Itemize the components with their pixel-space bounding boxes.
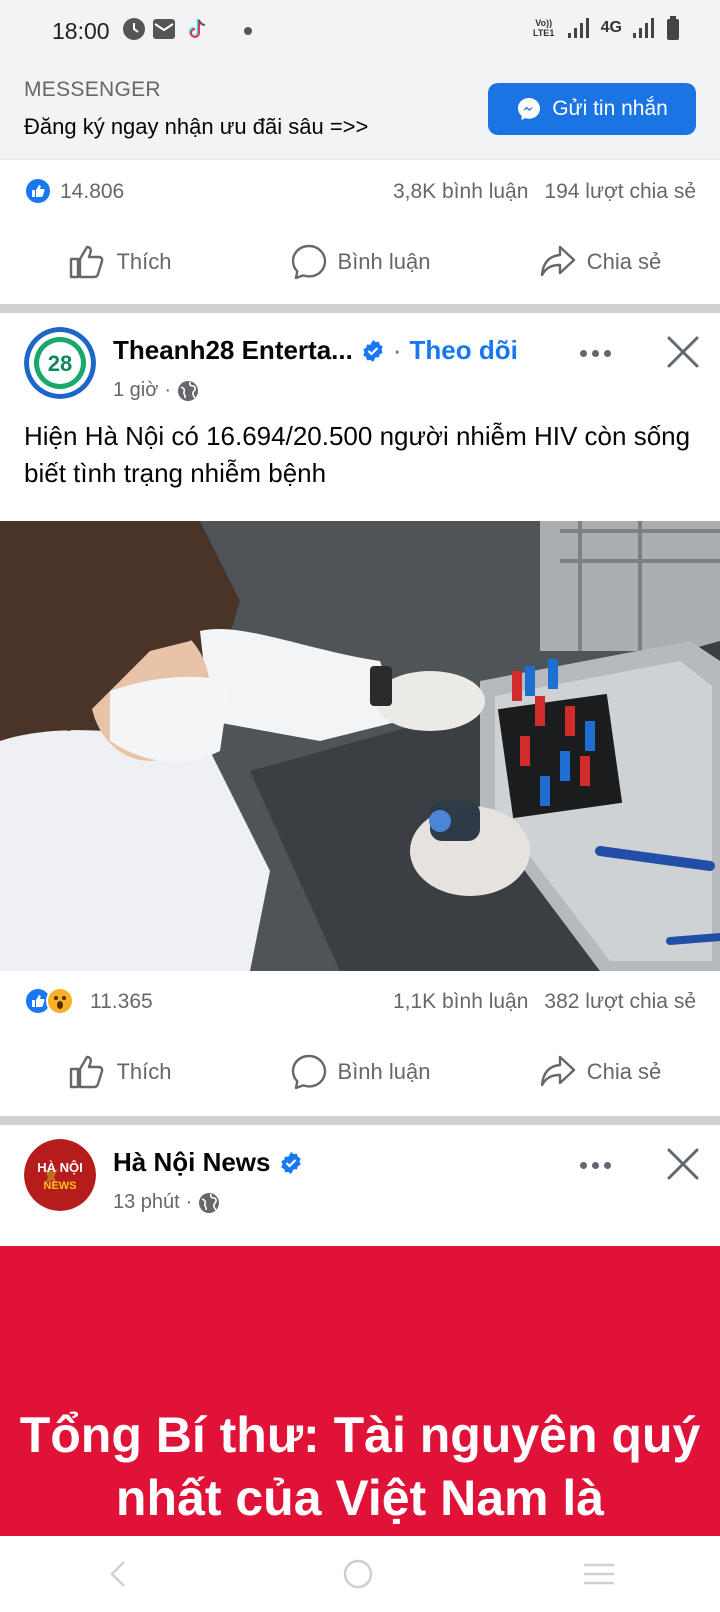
clock-app-icon [123, 18, 145, 40]
like-button[interactable]: Thích [0, 226, 240, 298]
post-time[interactable]: 1 giờ [113, 379, 158, 402]
comment-label: Bình luận [337, 1059, 431, 1084]
reaction-count[interactable]: 14.806 [60, 180, 124, 204]
theanh28-avatar[interactable]: 28 [24, 327, 96, 399]
post1-stats: 14.806 3,8K bình luận 194 lượt chia sẻ [0, 162, 720, 222]
home-icon[interactable] [342, 1558, 374, 1590]
signal-icon-2 [633, 18, 654, 38]
like-label: Thích [116, 1059, 172, 1084]
follow-button[interactable]: Theo dõi [410, 335, 518, 366]
verified-badge-icon [280, 1151, 301, 1174]
feed-divider [0, 304, 720, 313]
share-button[interactable]: Chia sẻ [480, 1036, 720, 1108]
thumbs-up-icon [70, 245, 104, 279]
post2-header: 28 Theanh28 Enterta... · Theo dõi 1 giờ … [0, 313, 720, 403]
globe-icon [178, 380, 199, 401]
verified-badge-icon [363, 339, 383, 362]
wow-reaction-icon [46, 987, 74, 1015]
post-time[interactable]: 13 phút [113, 1191, 180, 1214]
android-nav-bar [0, 1536, 720, 1612]
reaction-icons[interactable] [24, 177, 52, 205]
reaction-icons[interactable] [24, 987, 74, 1015]
separator-dot: · [392, 335, 402, 365]
thumbs-up-icon [70, 1055, 104, 1089]
close-icon[interactable] [666, 1147, 700, 1181]
post2-meta: 1 giờ · [113, 379, 199, 402]
share-count[interactable]: 194 lượt chia sẻ [544, 180, 696, 204]
share-label: Chia sẻ [586, 1059, 662, 1084]
status-time: 18:00 [52, 18, 110, 44]
tiktok-icon [188, 19, 206, 38]
volte-indicator: Vo)) LTE1 [532, 18, 555, 38]
news-headline: Tổng Bí thư: Tài nguyên quý nhất của Việ… [19, 1407, 701, 1526]
send-message-button[interactable]: Gửi tin nhắn [488, 83, 696, 135]
avatar-line2: NEWS [44, 1180, 77, 1192]
hanoi-news-avatar[interactable]: HÀ NỘI NEWS [24, 1139, 96, 1211]
share-icon [540, 1055, 575, 1087]
post3-meta: 13 phút · [113, 1191, 220, 1214]
meta-separator: · [164, 379, 172, 401]
globe-icon [199, 1192, 220, 1213]
status-bar: 18:00 Vo)) LTE1 4G [0, 0, 720, 60]
avatar-line1: HÀ NỘI [37, 1160, 83, 1175]
post3-page-name[interactable]: Hà Nội News [113, 1147, 303, 1178]
like-button[interactable]: Thích [0, 1036, 240, 1108]
post2-actions: Thích Bình luận Chia sẻ [0, 1036, 720, 1108]
recents-icon[interactable] [582, 1559, 616, 1589]
notification-dot [244, 27, 252, 35]
lab-photo-illustration [0, 521, 720, 971]
comment-button[interactable]: Bình luận [240, 226, 480, 298]
page-name-text[interactable]: Hà Nội News [113, 1147, 271, 1178]
feed-divider [0, 1116, 720, 1125]
share-count[interactable]: 382 lượt chia sẻ [544, 990, 696, 1014]
reaction-count[interactable]: 11.365 [90, 990, 153, 1014]
comment-icon [291, 244, 326, 280]
comment-icon [291, 1054, 326, 1090]
comment-label: Bình luận [337, 249, 431, 274]
mail-icon [153, 19, 175, 39]
share-icon [540, 245, 575, 277]
signal-icon [567, 18, 589, 38]
post2-photo[interactable] [0, 521, 720, 971]
like-reaction-icon [24, 177, 52, 205]
comment-button[interactable]: Bình luận [240, 1036, 480, 1108]
comment-count[interactable]: 1,1K bình luận [393, 990, 528, 1014]
more-options-icon[interactable] [580, 1155, 620, 1175]
messenger-icon [518, 98, 541, 120]
post3-image[interactable]: Tổng Bí thư: Tài nguyên quý nhất của Việ… [0, 1246, 720, 1536]
share-button[interactable]: Chia sẻ [480, 226, 720, 298]
post2-stats: 11.365 1,1K bình luận 382 lượt chia sẻ [0, 972, 720, 1032]
post2-text: Hiện Hà Nội có 16.694/20.500 người nhiễm… [24, 421, 691, 488]
like-label: Thích [116, 249, 172, 274]
send-message-label: Gửi tin nhắn [552, 97, 668, 120]
status-indicators: Vo)) LTE1 4G [531, 16, 680, 40]
post2-page-name[interactable]: Theanh28 Enterta... · Theo dõi [113, 335, 518, 366]
page-name-text[interactable]: Theanh28 Enterta... [113, 335, 353, 366]
close-icon[interactable] [666, 335, 700, 369]
ad-text: Đăng ký ngay nhận ưu đãi sâu =>> [24, 114, 369, 139]
network-type: 4G [600, 19, 622, 36]
ad-source: MESSENGER [24, 78, 161, 101]
back-icon[interactable] [104, 1559, 134, 1589]
comment-count[interactable]: 3,8K bình luận [393, 180, 528, 204]
avatar-text: 28 [48, 351, 72, 376]
battery-icon [667, 16, 679, 40]
share-label: Chia sẻ [586, 249, 662, 274]
post1-actions: Thích Bình luận Chia sẻ [0, 226, 720, 298]
post3-header: HÀ NỘI NEWS Hà Nội News 13 phút · [0, 1125, 720, 1215]
more-options-icon[interactable] [580, 343, 620, 363]
messenger-ad[interactable]: MESSENGER Đăng ký ngay nhận ưu đãi sâu =… [0, 60, 720, 160]
meta-separator: · [185, 1191, 193, 1213]
